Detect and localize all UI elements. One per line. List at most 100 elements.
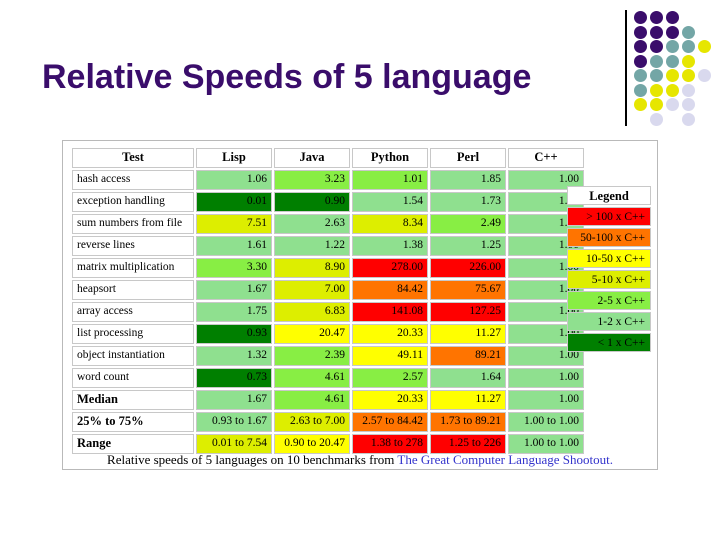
speed-cell: 4.61 (274, 390, 350, 410)
speed-cell: 1.73 to 89.21 (430, 412, 506, 432)
speed-cell: 226.00 (430, 258, 506, 278)
row-label: object instantiation (72, 346, 194, 366)
legend-entry: 10-50 x C++ (567, 249, 651, 268)
speed-cell: 1.73 (430, 192, 506, 212)
column-header-perl: Perl (430, 148, 506, 168)
decorative-dot (650, 54, 663, 68)
speed-cell: 2.63 (274, 214, 350, 234)
speed-cell: 75.67 (430, 280, 506, 300)
row-label: 25% to 75% (72, 412, 194, 432)
decorative-dot (682, 40, 695, 53)
decorative-dot (666, 25, 679, 39)
decorative-dot (666, 98, 679, 111)
speed-cell: 0.93 (196, 324, 272, 344)
caption-link[interactable]: The Great Computer Language Shootout. (397, 452, 613, 467)
decorative-dot (682, 83, 695, 97)
speed-cell: 1.67 (196, 390, 272, 410)
decorative-dot (682, 54, 695, 68)
decorative-dot (666, 69, 679, 82)
table-row: Median 1.67 4.61 20.33 11.27 1.00 (72, 390, 584, 410)
speed-cell: 1.75 (196, 302, 272, 322)
vertical-divider-line (625, 10, 627, 126)
speed-cell: 1.22 (274, 236, 350, 256)
decorative-dot (650, 112, 663, 126)
column-header-lisp: Lisp (196, 148, 272, 168)
row-label: Median (72, 390, 194, 410)
row-label: reverse lines (72, 236, 194, 256)
table-row: matrix multiplication 3.30 8.90 278.00 226.0… (72, 258, 584, 278)
row-label: array access (72, 302, 194, 322)
speed-cell: 4.61 (274, 368, 350, 388)
decorative-dot (698, 69, 711, 82)
speed-cell: 1.25 to 226 (430, 434, 506, 454)
decorative-dot-pattern (620, 0, 720, 132)
decorative-dot (650, 83, 663, 97)
table-header: Test Lisp Java Python Perl C++ (72, 148, 584, 168)
decorative-dot (634, 25, 647, 39)
speed-cell: 0.73 (196, 368, 272, 388)
legend: Legend > 100 x C++ 50-100 x C++ 10-50 x C+… (567, 186, 651, 354)
decorative-dot (682, 112, 695, 126)
table-row: hash access 1.06 3.23 1.01 1.85 1.00 (72, 170, 584, 190)
speed-cell: 49.11 (352, 346, 428, 366)
decorative-dot (666, 54, 679, 68)
speed-cell: 1.00 (508, 368, 584, 388)
speed-cell: 1.25 (430, 236, 506, 256)
column-header-test: Test (72, 148, 194, 168)
table-container: Test Lisp Java Python Perl C++ hash access 1.0… (62, 140, 658, 470)
speed-cell: 141.08 (352, 302, 428, 322)
decorative-dot (650, 11, 663, 24)
row-label: Range (72, 434, 194, 454)
speed-cell: 3.30 (196, 258, 272, 278)
speed-cell: 11.27 (430, 390, 506, 410)
table-header-row: Test Lisp Java Python Perl C++ (72, 148, 584, 168)
speed-cell: 1.85 (430, 170, 506, 190)
table-row: list processing0.9320.4720.3311.271.00 (72, 324, 584, 344)
speed-cell: 7.00 (274, 280, 350, 300)
decorative-dot (634, 83, 647, 97)
speed-cell: 1.00 to 1.00 (508, 434, 584, 454)
table-row: word count 0.73 4.61 2.57 1.64 1.00 (72, 368, 584, 388)
table-row: exception handling0.010.901.541.731.00 (72, 192, 584, 212)
speed-cell: 84.42 (352, 280, 428, 300)
decorative-dot (666, 11, 679, 24)
legend-entry: 5-10 x C++ (567, 270, 651, 289)
decorative-dot (666, 40, 679, 53)
speed-cell: 6.83 (274, 302, 350, 322)
speed-cell: 7.51 (196, 214, 272, 234)
relative-speeds-table: Test Lisp Java Python Perl C++ hash access 1.0… (70, 146, 586, 456)
decorative-dot (634, 40, 647, 53)
speed-cell: 1.32 (196, 346, 272, 366)
speed-cell: 8.90 (274, 258, 350, 278)
speed-cell: 2.49 (430, 214, 506, 234)
caption-text: Relative speeds of 5 languages on 10 ben… (107, 452, 398, 467)
decorative-dot (698, 40, 711, 53)
table-row: array access 1.75 6.83 141.08 127.25 1.00 (72, 302, 584, 322)
decorative-dot (682, 25, 695, 39)
legend-entry-list: > 100 x C++ 50-100 x C++ 10-50 x C++ 5-10 x… (567, 207, 651, 352)
row-label: sum numbers from file (72, 214, 194, 234)
speed-cell: 1.61 (196, 236, 272, 256)
speed-cell: 0.93 to 1.67 (196, 412, 272, 432)
speed-cell: 2.57 to 84.42 (352, 412, 428, 432)
column-header-python: Python (352, 148, 428, 168)
decorative-dot (634, 54, 647, 68)
speed-cell: 1.00 (508, 390, 584, 410)
speed-cell: 11.27 (430, 324, 506, 344)
speed-cell: 2.57 (352, 368, 428, 388)
speed-cell: 0.90 (274, 192, 350, 212)
legend-title: Legend (567, 186, 651, 205)
speed-cell: 1.00 to 1.00 (508, 412, 584, 432)
table-body: hash access 1.06 3.23 1.01 1.85 1.00 exception… (72, 170, 584, 454)
row-label: list processing (72, 324, 194, 344)
speed-cell: 1.54 (352, 192, 428, 212)
decorative-dot (650, 40, 663, 53)
speed-cell: 0.90 to 20.47 (274, 434, 350, 454)
speed-cell: 1.38 (352, 236, 428, 256)
speed-cell: 89.21 (430, 346, 506, 366)
page-title: Relative Speeds of 5 language (42, 58, 532, 96)
column-header-java: Java (274, 148, 350, 168)
speed-cell: 1.38 to 278 (352, 434, 428, 454)
legend-entry: 1-2 x C++ (567, 312, 651, 331)
speed-cell: 278.00 (352, 258, 428, 278)
